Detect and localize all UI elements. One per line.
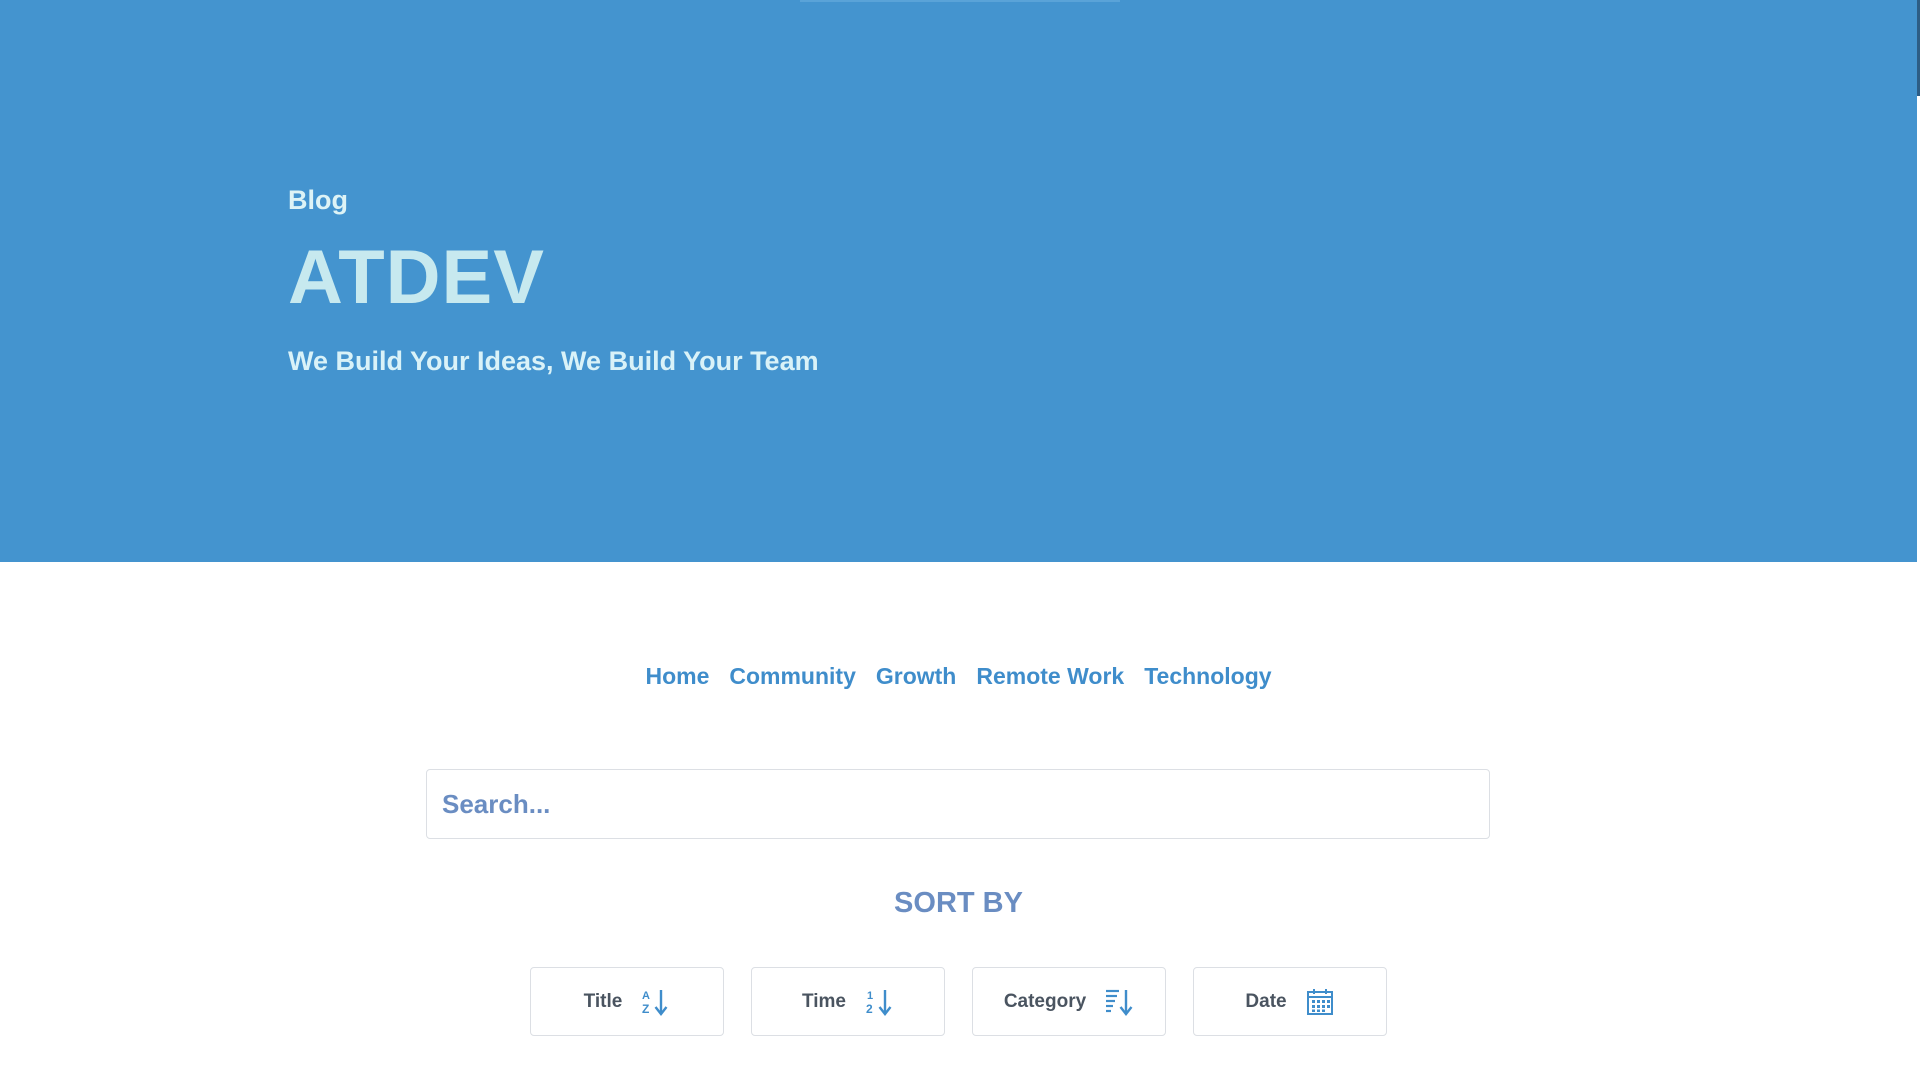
search-box <box>426 769 1490 839</box>
sort-by-category-button[interactable]: Category <box>972 967 1166 1036</box>
site-title: ATDEV <box>288 235 545 320</box>
nav-link-remote-work[interactable]: Remote Work <box>976 656 1124 696</box>
nav-link-home[interactable]: Home <box>645 656 709 696</box>
sort-button-label: Time <box>801 990 846 1012</box>
search-input[interactable] <box>427 770 1489 838</box>
page: Blog ATDEV We Build Your Ideas, We Build… <box>0 0 1920 1080</box>
svg-text:Z: Z <box>642 1002 649 1016</box>
nav-link-community[interactable]: Community <box>729 656 856 696</box>
sort-by-title-button[interactable]: Title A Z <box>530 967 724 1036</box>
sort-alpha-down-icon: A Z <box>640 987 670 1017</box>
sort-by-time-button[interactable]: Time 1 2 <box>751 967 945 1036</box>
sort-button-label: Title <box>583 990 623 1012</box>
sort-by-date-button[interactable]: Date <box>1193 967 1387 1036</box>
sort-numeric-down-icon: 1 2 <box>864 987 894 1017</box>
site-tagline: We Build Your Ideas, We Build Your Team <box>288 346 819 376</box>
svg-text:2: 2 <box>866 1002 873 1016</box>
hero-text: Blog ATDEV We Build Your Ideas, We Build… <box>288 182 819 379</box>
svg-text:A: A <box>642 990 650 1002</box>
svg-text:1: 1 <box>867 990 873 1002</box>
hero-label: Blog <box>288 185 348 215</box>
nav-link-growth[interactable]: Growth <box>876 656 957 696</box>
sort-buttons: Title A Z Time 1 2 Category Date <box>530 967 1387 1036</box>
sort-button-label: Date <box>1245 990 1287 1012</box>
sort-button-label: Category <box>1003 990 1087 1012</box>
nav-link-technology[interactable]: Technology <box>1144 656 1271 696</box>
hero-top-accent <box>800 0 1120 2</box>
sort-by-heading: SORT BY <box>894 887 1023 919</box>
sort-amount-down-icon <box>1104 987 1134 1017</box>
hero-banner: Blog ATDEV We Build Your Ideas, We Build… <box>0 0 1917 562</box>
category-nav: Home Community Growth Remote Work Techno… <box>0 656 1917 696</box>
calendar-icon <box>1305 987 1335 1017</box>
